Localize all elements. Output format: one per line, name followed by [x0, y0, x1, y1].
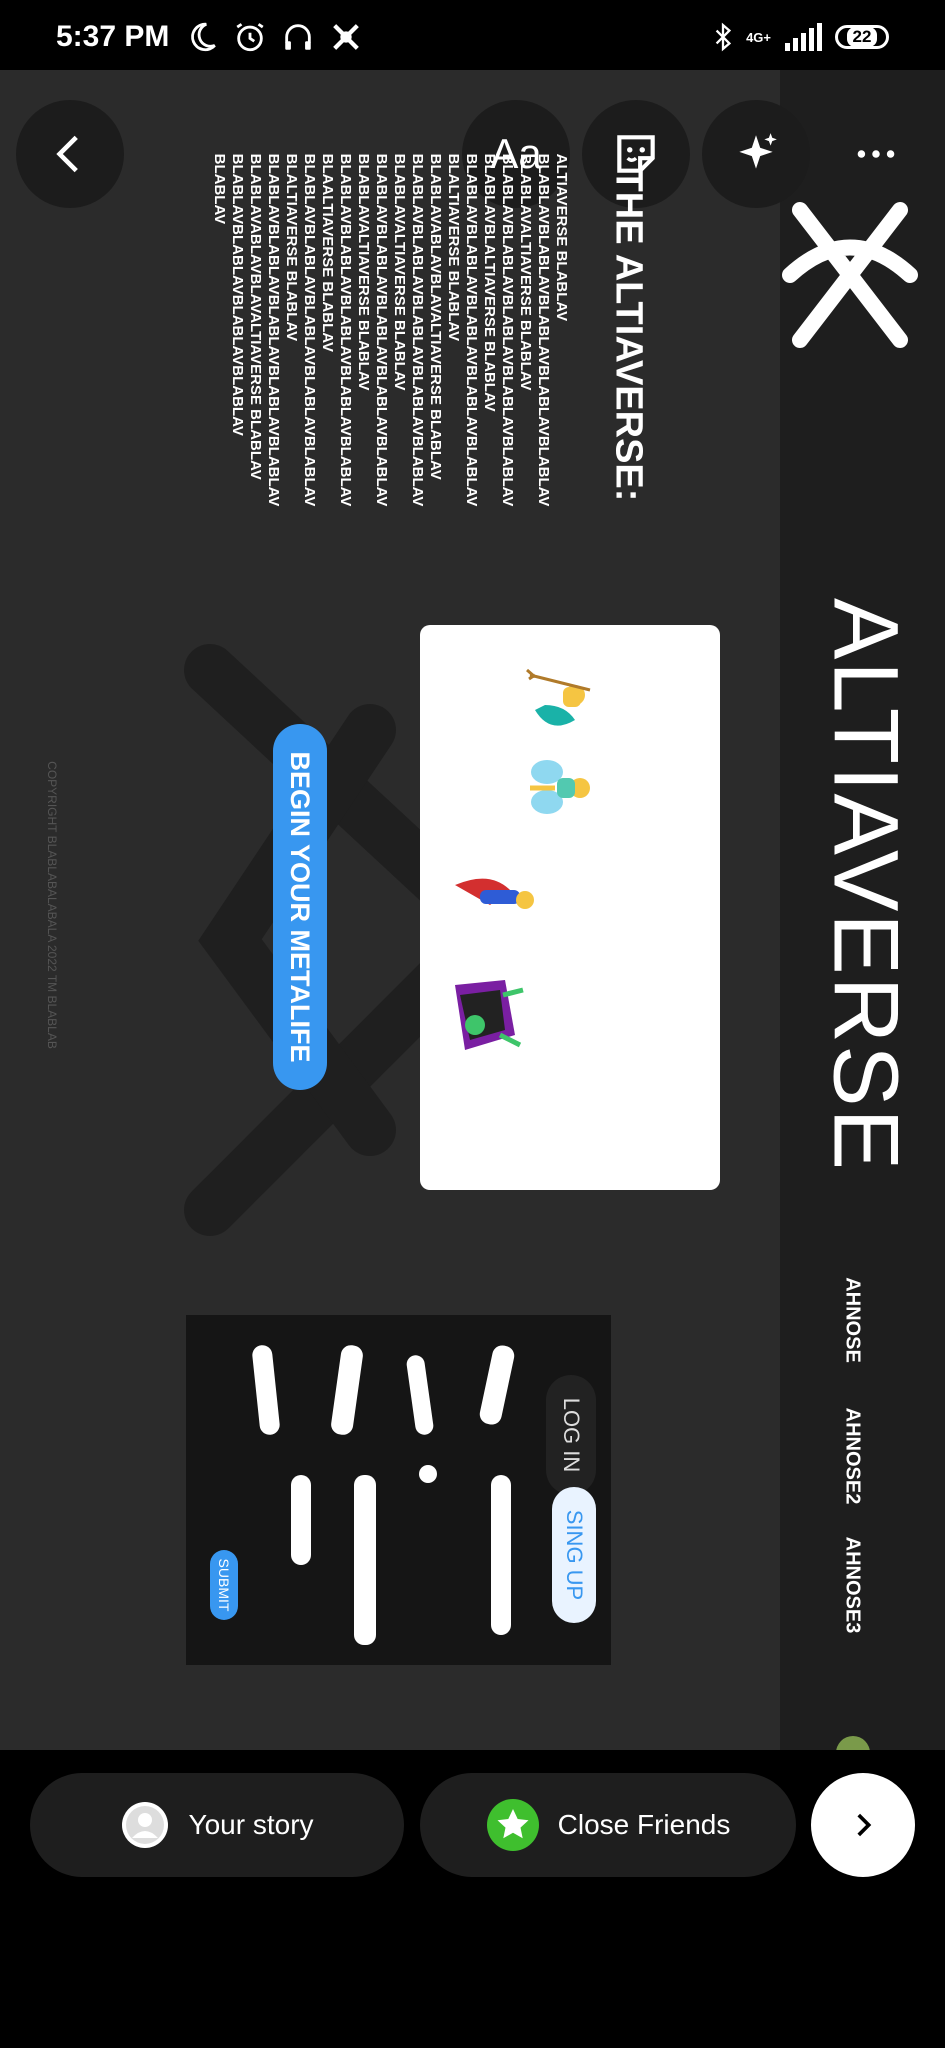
fairy-icon [530, 760, 590, 814]
back-button[interactable] [16, 100, 124, 208]
nav-item-3[interactable]: AHNOSE3 [841, 1537, 864, 1634]
user-avatar-icon [122, 1802, 169, 1848]
back-icon [56, 135, 78, 173]
username-field-2[interactable] [329, 1343, 365, 1437]
login-form: LOG IN SING UP SUBMIT [186, 1315, 611, 1665]
copyright-text: COPYRIGHT BLABLABALABALA 2022 TM BLABLAB [45, 761, 59, 1049]
battery-indicator: 22 [835, 25, 889, 49]
login-button[interactable]: LOG IN [546, 1375, 596, 1495]
network-type: 4G+ [746, 29, 771, 45]
altiaverse-logo [782, 202, 918, 348]
more-button[interactable] [822, 100, 930, 208]
scribble-line-2 [354, 1475, 376, 1645]
more-icon [857, 150, 895, 158]
scribble-line-3 [491, 1475, 511, 1635]
nav-item-2[interactable]: AHNOSE2 [841, 1408, 864, 1505]
scribble-line-1 [291, 1475, 311, 1565]
vampire-icon [455, 980, 524, 1050]
star-icon [486, 1799, 539, 1851]
app-icon [333, 24, 359, 50]
begin-metalife-button[interactable]: BEGIN YOUR METALIFE [273, 724, 327, 1090]
headphones-icon [285, 24, 311, 50]
alarm-icon [236, 23, 264, 52]
status-time: 5:37 PM [56, 20, 170, 53]
your-story-button[interactable]: Your story [30, 1773, 404, 1877]
bluetooth-icon [715, 22, 732, 52]
submit-button[interactable]: SUBMIT [210, 1550, 238, 1620]
status-bar: 5:37 PM 4G+ 22 [0, 0, 945, 70]
site-title: ALTIAVERSE [814, 598, 917, 1172]
characters-card [420, 625, 720, 1190]
story-canvas: Aa ALTIAVERSE AHNOSE AHNOSE2 AHNOSE3 THE… [0, 70, 945, 1750]
chevron-right-icon [857, 1813, 872, 1837]
next-button[interactable] [811, 1773, 915, 1877]
nav-item-1[interactable]: AHNOSE [841, 1277, 864, 1363]
signup-button[interactable]: SING UP [552, 1487, 596, 1623]
scribble-dot [419, 1465, 437, 1483]
merperson-icon [526, 668, 591, 726]
password-field-2[interactable] [477, 1343, 517, 1427]
close-friends-label: Close Friends [557, 1809, 731, 1840]
share-bar: Your story Close Friends [0, 1750, 945, 2048]
section-heading: THE ALTIAVERSE: [607, 168, 650, 502]
superhero-icon [455, 878, 534, 909]
close-friends-button[interactable]: Close Friends [420, 1773, 796, 1877]
your-story-label: Your story [188, 1809, 314, 1840]
effects-button[interactable] [702, 100, 810, 208]
effects-icon [739, 133, 777, 169]
moon-icon [191, 22, 216, 52]
password-field[interactable] [405, 1354, 435, 1436]
username-field[interactable] [251, 1344, 281, 1436]
body-text: ALTIAVERSE BLABLAV BLABLAVBLABLAVBLABLAV… [211, 153, 570, 507]
signal-icon [785, 23, 822, 51]
